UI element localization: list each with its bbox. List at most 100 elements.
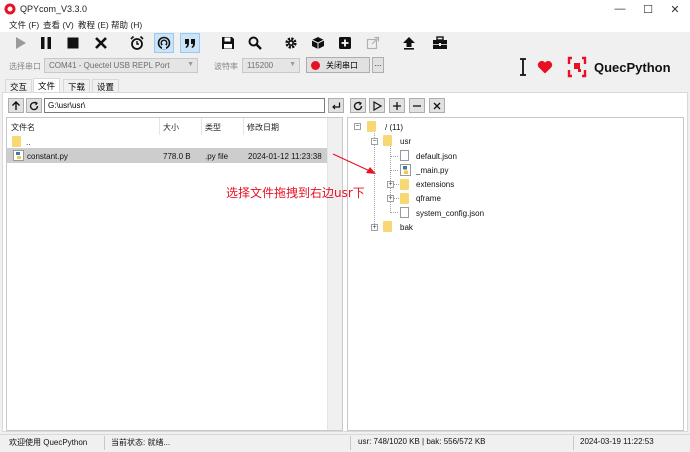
folder-icon [400,193,409,204]
column-header-size[interactable]: 大小 [163,122,179,133]
tree-item-folder[interactable]: extensions [416,180,454,189]
file-icon [400,150,409,161]
add-file-button[interactable] [389,98,405,113]
device-file-tree[interactable] [347,117,684,431]
stop-icon[interactable] [63,33,83,53]
gear-icon[interactable] [281,33,301,53]
tree-line [390,212,398,213]
tree-item-bak[interactable]: bak [400,223,413,232]
tree-item-file[interactable]: default.json [416,152,457,161]
refresh-device-button[interactable] [350,98,366,113]
close-window-button[interactable]: ✕ [661,0,689,18]
port-select[interactable]: COM41 - Quectel USB REPL Port ▼ [44,58,198,73]
tree-item-usr[interactable]: usr [400,137,411,146]
delete-file-button[interactable] [429,98,445,113]
toolbox-icon[interactable] [430,33,450,53]
column-divider[interactable] [201,118,202,135]
folder-icon [383,221,392,232]
column-header-name[interactable]: 文件名 [11,122,35,133]
status-divider [104,436,105,450]
tree-item-file[interactable]: _main.py [416,166,448,175]
cube-icon[interactable] [308,33,328,53]
radar-icon[interactable] [154,33,174,53]
more-button[interactable]: ... [372,57,384,73]
column-divider[interactable] [243,118,244,135]
run-file-button[interactable] [369,98,385,113]
baud-select-value: 115200 [247,61,274,70]
port-label: 选择串口 [9,62,41,71]
column-header-date[interactable]: 修改日期 [247,122,279,133]
expand-icon[interactable]: + [387,181,394,188]
maximize-button[interactable]: ☐ [634,0,662,18]
refresh-local-button[interactable] [26,98,42,113]
folder-icon [383,135,392,146]
brand-name: QuecPython [594,60,671,75]
local-file-list[interactable] [6,117,343,431]
refresh-icon [353,100,363,110]
collapse-icon[interactable]: − [371,138,378,145]
python-file-icon [400,164,411,176]
tree-item-folder[interactable]: qframe [416,194,441,203]
quote-icon[interactable] [180,33,200,53]
column-header-type[interactable]: 类型 [205,122,221,133]
upload-icon[interactable] [399,33,419,53]
search-icon[interactable] [245,33,265,53]
python-file-icon [13,150,24,161]
refresh-icon [29,100,39,110]
up-directory-button[interactable] [8,98,24,113]
enter-icon [332,102,341,109]
menu-tutorial[interactable]: 教程 (E) [78,19,109,31]
file-name: .. [26,138,31,147]
minimize-button[interactable]: — [606,0,634,18]
share-icon[interactable] [363,33,383,53]
file-date: 2024-01-12 11:23:38 [248,152,322,161]
enter-path-button[interactable] [328,98,344,113]
close-port-label: 关闭串口 [326,60,358,70]
heart-icon[interactable] [537,60,553,74]
tree-item-root[interactable]: / (11) [385,123,403,132]
baud-select[interactable]: 115200 ▼ [242,58,300,73]
status-storage: usr: 748/1020 KB | bak: 556/572 KB [358,437,486,446]
plus-square-icon[interactable] [335,33,355,53]
column-divider[interactable] [159,118,160,135]
arrow-up-icon [12,100,20,110]
menu-file[interactable]: 文件 (F) [9,19,39,31]
title-bar [0,0,690,18]
tab-interact[interactable]: 交互 [5,79,33,92]
play-outline-icon [373,100,382,111]
alarm-clock-icon[interactable] [127,33,147,53]
chevron-down-icon: ▼ [187,61,194,68]
plus-icon [393,101,401,110]
file-icon [400,207,409,218]
remove-file-button[interactable] [409,98,425,113]
expand-icon[interactable]: + [371,224,378,231]
port-select-value: COM41 - Quectel USB REPL Port [49,61,170,70]
menu-view[interactable]: 查看 (V) [43,19,74,31]
close-icon[interactable] [91,33,111,53]
baud-label: 波特率 [214,62,238,71]
close-port-button[interactable]: 关闭串口 [306,57,370,73]
window-title: QPYcom_V3.3.0 [20,4,88,14]
expand-icon[interactable]: + [387,195,394,202]
local-path-input[interactable] [44,98,325,113]
annotation-text: 选择文件拖拽到右边usr下 [226,186,365,200]
pause-icon[interactable] [36,33,56,53]
chevron-down-icon: ▼ [289,61,296,68]
tab-file[interactable]: 文件 [33,78,61,92]
tab-settings[interactable]: 设置 [92,79,120,92]
menu-help[interactable]: 帮助 (H) [111,19,142,31]
annotation-arrow-icon [332,153,376,174]
file-type: .py file [205,152,229,161]
tab-download[interactable]: 下载 [63,79,91,92]
table-row[interactable] [7,134,327,148]
tree-line [394,198,399,199]
play-icon[interactable] [10,33,30,53]
folder-icon [400,179,409,190]
collapse-icon[interactable]: − [354,123,361,130]
x-icon [433,102,441,109]
status-welcome: 欢迎使用 QuecPython [9,438,88,447]
tree-item-file[interactable]: system_config.json [416,209,484,218]
tree-line [390,156,398,157]
status-state: 当前状态: 就绪... [111,438,171,447]
save-icon[interactable] [218,33,238,53]
